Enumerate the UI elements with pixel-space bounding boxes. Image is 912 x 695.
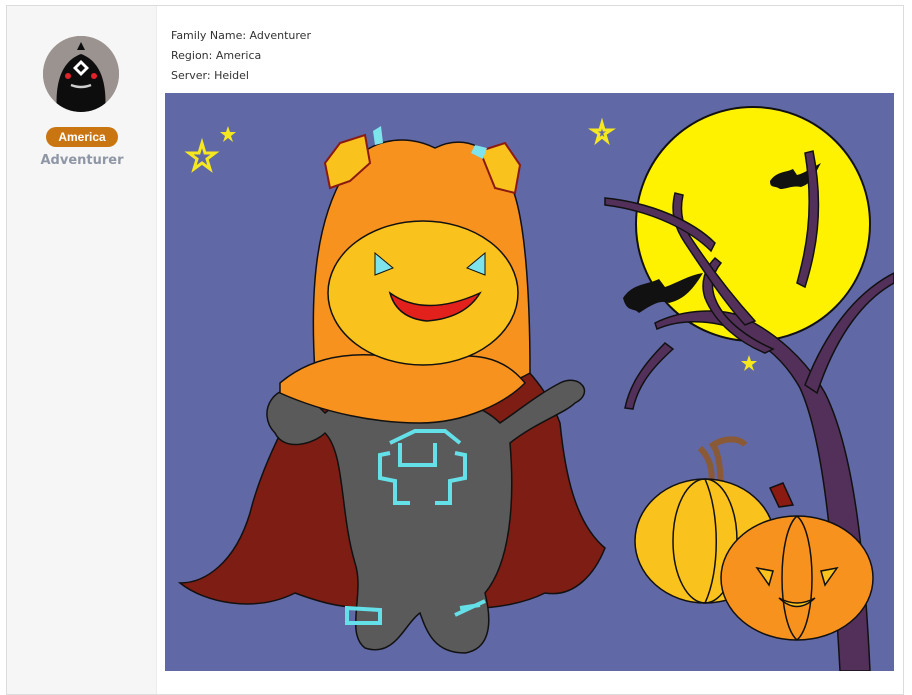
region-badge: America bbox=[46, 127, 118, 147]
server-line: Server: Heidel bbox=[171, 69, 249, 82]
character-info: Family Name: Adventurer Region: America … bbox=[171, 27, 311, 87]
region-line: Region: America bbox=[171, 49, 262, 62]
halloween-artwork[interactable] bbox=[165, 93, 894, 671]
halloween-artwork-illustration bbox=[165, 93, 894, 671]
user-avatar[interactable] bbox=[43, 36, 119, 112]
family-name-line: Family Name: Adventurer bbox=[171, 29, 311, 42]
pumpkin-face bbox=[327, 220, 519, 366]
black-spirit-avatar-icon bbox=[43, 36, 119, 112]
post-card: America Adventurer Family Name: Adventur… bbox=[6, 5, 904, 695]
user-sidebar: America Adventurer bbox=[7, 6, 157, 694]
user-display-name[interactable]: Adventurer bbox=[7, 153, 157, 168]
